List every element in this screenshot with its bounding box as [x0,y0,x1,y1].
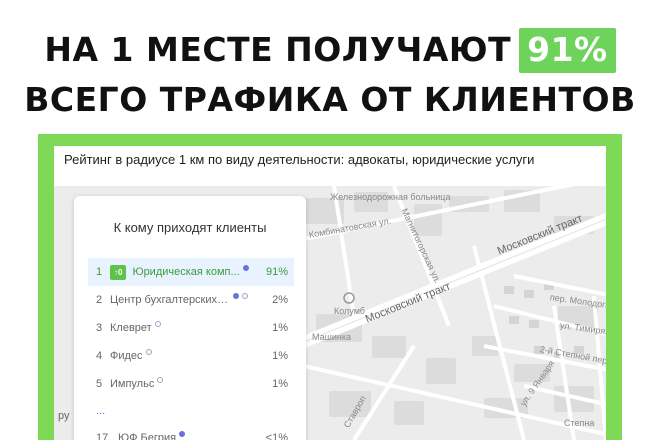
list-item[interactable]: 5 Импульс 1% [88,370,294,398]
rank-number: 2 [96,294,103,306]
company-name: Юридическая комп... [132,266,240,278]
info-icon [145,349,152,355]
company-name: Фидес [110,350,143,362]
list-item[interactable]: 17 ЮФ Бегрия <1% [88,424,294,440]
verified-icon [242,265,249,271]
info-icon [157,377,164,383]
list-item[interactable]: 1 ↑0 Юридическая комп... 91% [88,258,294,286]
rank-number: 4 [96,350,103,362]
info-icon [242,293,248,299]
traffic-percent: 91% [265,266,288,278]
traffic-percent: 1% [272,350,288,362]
map-label-edge: ру [58,410,70,422]
list-item[interactable]: 3 Клеврет 1% [88,314,294,342]
headline-line-2: ВСЕГО ТРАФИКА ОТ КЛИЕНТОВ [24,80,636,119]
list-item[interactable]: 4 Фидес 1% [88,342,294,370]
headline-highlight-percent: 91% [519,28,616,73]
info-icon [154,321,161,327]
map-label-hospital: Железнодорожная больница [330,192,451,202]
traffic-percent: 1% [272,322,288,334]
verified-icon [179,431,186,437]
traffic-percent: <1% [265,432,288,440]
rating-panel: Рейтинг в радиусе 1 км по виду деятельно… [54,146,606,440]
card-title: К кому приходят клиенты [113,220,267,235]
rank-number: 5 [96,378,103,390]
headline-line-1: НА 1 МЕСТЕ ПОЛУЧАЮТ 91% [0,28,660,73]
clients-card: К кому приходят клиенты 1 ↑0 Юридическая… [74,196,306,440]
map-label-kolumb: Колумб [334,306,365,316]
company-name: ЮФ Бегрия [118,432,177,440]
rank-number: 1 [96,266,103,278]
headline-text-1: НА 1 МЕСТЕ ПОЛУЧАЮТ [44,30,512,69]
map-label-stepnaya: Степна [564,418,595,428]
traffic-percent: 2% [272,294,288,306]
company-name: Центр бухгалтерских ус... [110,294,230,306]
position-change-badge: ↑0 [110,264,127,280]
traffic-percent: 1% [272,378,288,390]
map-label-mashinka: Машинка [312,332,351,342]
competitor-list: 1 ↑0 Юридическая комп... 91% 2 Центр бух… [88,258,294,440]
verified-icon [233,293,239,299]
more-items-ellipsis[interactable]: ... [88,398,294,424]
company-name: Клеврет [110,322,152,334]
panel-title: Рейтинг в радиусе 1 км по виду деятельно… [54,146,606,186]
company-name: Импульс [110,378,155,390]
rank-number: 17 [96,432,109,440]
rank-number: 3 [96,322,103,334]
list-item[interactable]: 2 Центр бухгалтерских ус... 2% [88,286,294,314]
